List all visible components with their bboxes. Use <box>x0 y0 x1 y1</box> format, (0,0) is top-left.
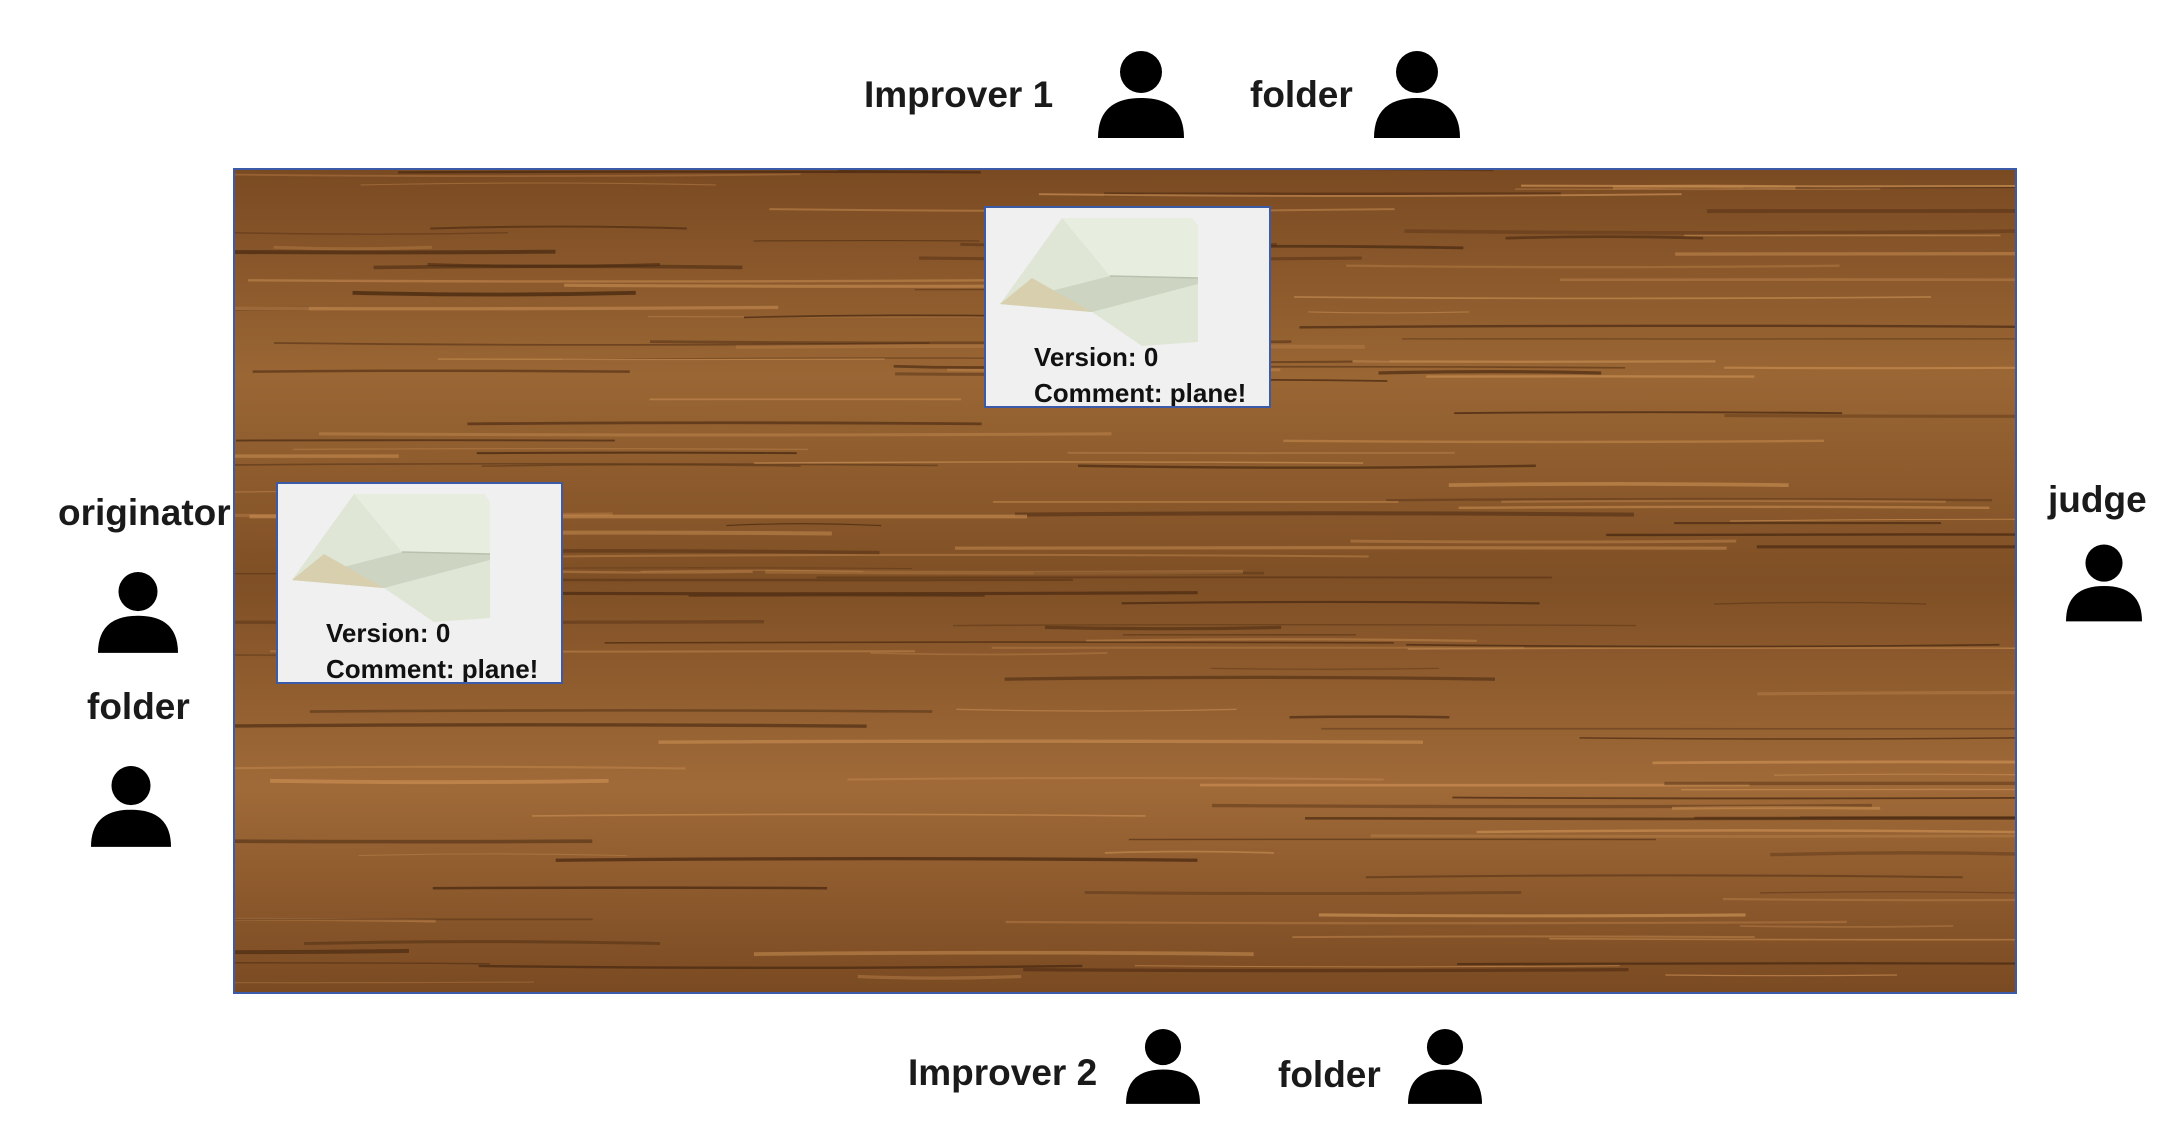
paper-airplane-icon <box>1000 218 1199 346</box>
folder-top-label: folder <box>1250 74 1353 115</box>
folder-top-person-icon <box>1374 50 1460 138</box>
folder-left-person-icon <box>91 764 171 848</box>
paper-airplane-icon <box>292 494 491 622</box>
improver-1-person-icon <box>1098 50 1184 138</box>
folder-bottom-label: folder <box>1278 1054 1381 1095</box>
improver-1-label: Improver 1 <box>864 74 1054 115</box>
folder-bottom-person-icon <box>1408 1028 1482 1104</box>
judge-label: judge <box>2048 479 2147 520</box>
folder-left-label: folder <box>87 686 190 727</box>
originator-person-icon <box>98 570 178 654</box>
judge-person-icon <box>2066 543 2142 622</box>
card-comment-text: Comment: plane! <box>326 654 539 684</box>
originator-label: originator <box>58 492 231 533</box>
card-version-text: Version: 0 <box>326 618 451 648</box>
card-version-text: Version: 0 <box>1034 342 1159 372</box>
card-comment-text: Comment: plane! <box>1034 378 1247 408</box>
improver-2-person-icon <box>1126 1028 1200 1104</box>
airplane-card-top[interactable]: Version: 0 Comment: plane! <box>984 206 1271 408</box>
improver-2-label: Improver 2 <box>908 1052 1098 1093</box>
airplane-card-left[interactable]: Version: 0 Comment: plane! <box>276 482 563 684</box>
